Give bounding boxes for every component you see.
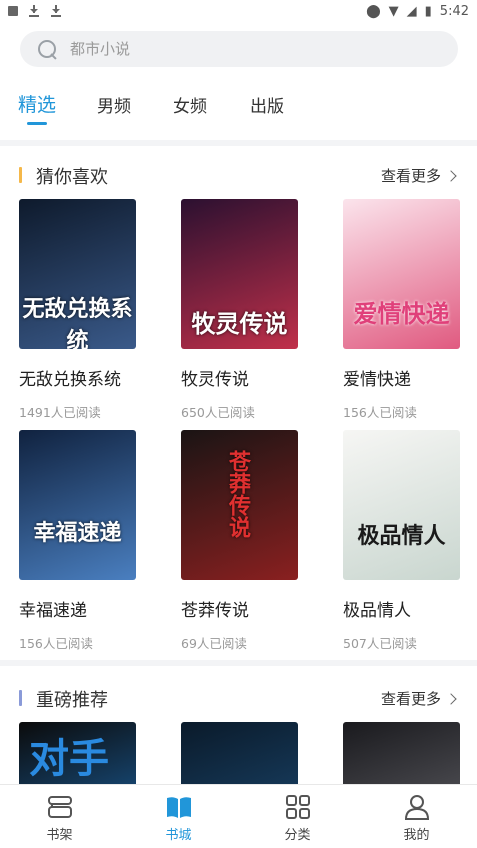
bookstore-icon [165, 793, 193, 821]
cover-title-art: 牧灵传说 [191, 310, 288, 338]
book-title[interactable]: 苍莽传说 [181, 596, 301, 621]
see-more-label: 查看更多 [380, 167, 441, 185]
book-card[interactable]: 极品情人 极品情人 507人已阅读 [343, 430, 463, 652]
bottom-navigation: 书架 书城 分类 我的 [0, 784, 477, 848]
book-readers: 1491人已阅读 [19, 405, 101, 420]
book-title[interactable]: 牧灵传说 [181, 365, 301, 390]
chevron-right-icon [445, 692, 457, 705]
tab-featured[interactable]: 精选 [18, 90, 56, 117]
book-card[interactable]: 无敌兑换系统 无敌兑换系统 1491人已阅读 [19, 199, 139, 421]
book-readers: 507人已阅读 [343, 636, 417, 651]
nav-label: 书架 [46, 828, 73, 843]
see-more-link[interactable]: 查看更多 [380, 165, 457, 186]
notification-icons [8, 5, 62, 17]
book-title[interactable]: 极品情人 [343, 596, 463, 621]
system-status: ⬤ ▼ ◢ ▮ 5:42 [366, 4, 469, 19]
profile-icon [403, 793, 431, 821]
cover-title-art: 苍莽传说 [225, 450, 250, 538]
section-accent-bar [19, 690, 22, 706]
book-title[interactable]: 爱情快递 [343, 365, 463, 390]
section-title: 猜你喜欢 [36, 167, 108, 188]
book-readers: 69人已阅读 [181, 636, 247, 651]
nav-label: 分类 [284, 828, 311, 843]
chevron-right-icon [445, 169, 457, 182]
book-card[interactable]: 爱情快递 爱情快递 156人已阅读 [343, 199, 463, 421]
nav-label: 我的 [403, 828, 430, 843]
nav-label: 书城 [165, 828, 192, 843]
see-more-label: 查看更多 [380, 690, 441, 708]
location-icon: ⬤ [366, 3, 381, 19]
section-divider [0, 140, 477, 146]
book-title[interactable]: 幸福速递 [19, 596, 139, 621]
book-card[interactable]: 苍莽传说 苍莽传说 69人已阅读 [181, 430, 301, 652]
book-cover[interactable]: 极品情人 [343, 430, 460, 580]
book-cover[interactable]: 苍莽传说 [181, 430, 298, 580]
see-more-link[interactable]: 查看更多 [380, 688, 457, 709]
category-grid-icon [284, 793, 312, 821]
tab-male[interactable]: 男频 [97, 92, 131, 117]
section-title: 重磅推荐 [36, 690, 108, 711]
category-tabs: 精选 男频 女频 出版 [0, 88, 477, 128]
bookshelf-icon [46, 793, 74, 821]
section-header-featured: 重磅推荐 查看更多 [0, 683, 477, 713]
book-cover[interactable]: 爱情快递 [343, 199, 460, 349]
search-icon [36, 38, 58, 60]
nav-profile[interactable]: 我的 [357, 785, 476, 848]
book-card[interactable]: 牧灵传说 牧灵传说 650人已阅读 [181, 199, 301, 421]
tab-female[interactable]: 女频 [173, 92, 207, 117]
status-bar: ⬤ ▼ ◢ ▮ 5:42 [0, 0, 477, 22]
cover-title-art: 对手 [29, 736, 109, 782]
section-accent-bar [19, 167, 22, 183]
book-readers: 156人已阅读 [343, 405, 417, 420]
active-tab-indicator [27, 122, 47, 125]
notification-app-icon [8, 6, 18, 16]
cover-title-art: 极品情人 [357, 524, 446, 549]
download-icon [28, 5, 40, 17]
nav-bookstore[interactable]: 书城 [119, 785, 238, 848]
book-readers: 156人已阅读 [19, 636, 93, 651]
cover-title-art: 爱情快递 [353, 300, 450, 328]
nav-bookshelf[interactable]: 书架 [0, 785, 119, 848]
section-divider [0, 660, 477, 666]
battery-icon: ▮ [424, 3, 432, 19]
book-cover[interactable]: 牧灵传说 [181, 199, 298, 349]
book-readers: 650人已阅读 [181, 405, 255, 420]
cover-title-art: 无敌兑换系统 [22, 297, 133, 349]
cover-title-art: 幸福速递 [33, 521, 122, 546]
nav-category[interactable]: 分类 [238, 785, 357, 848]
search-input[interactable] [70, 40, 410, 58]
search-bar[interactable] [20, 31, 458, 67]
book-title[interactable]: 无敌兑换系统 [19, 365, 139, 390]
signal-icon: ◢ [406, 3, 417, 19]
book-card[interactable]: 幸福速递 幸福速递 156人已阅读 [19, 430, 139, 652]
section-header-recommended: 猜你喜欢 查看更多 [0, 160, 477, 190]
clock: 5:42 [439, 3, 469, 19]
book-cover[interactable]: 幸福速递 [19, 430, 136, 580]
book-cover[interactable]: 无敌兑换系统 [19, 199, 136, 349]
wifi-icon: ▼ [388, 3, 399, 19]
download-icon [50, 5, 62, 17]
tab-publishing[interactable]: 出版 [250, 92, 284, 117]
